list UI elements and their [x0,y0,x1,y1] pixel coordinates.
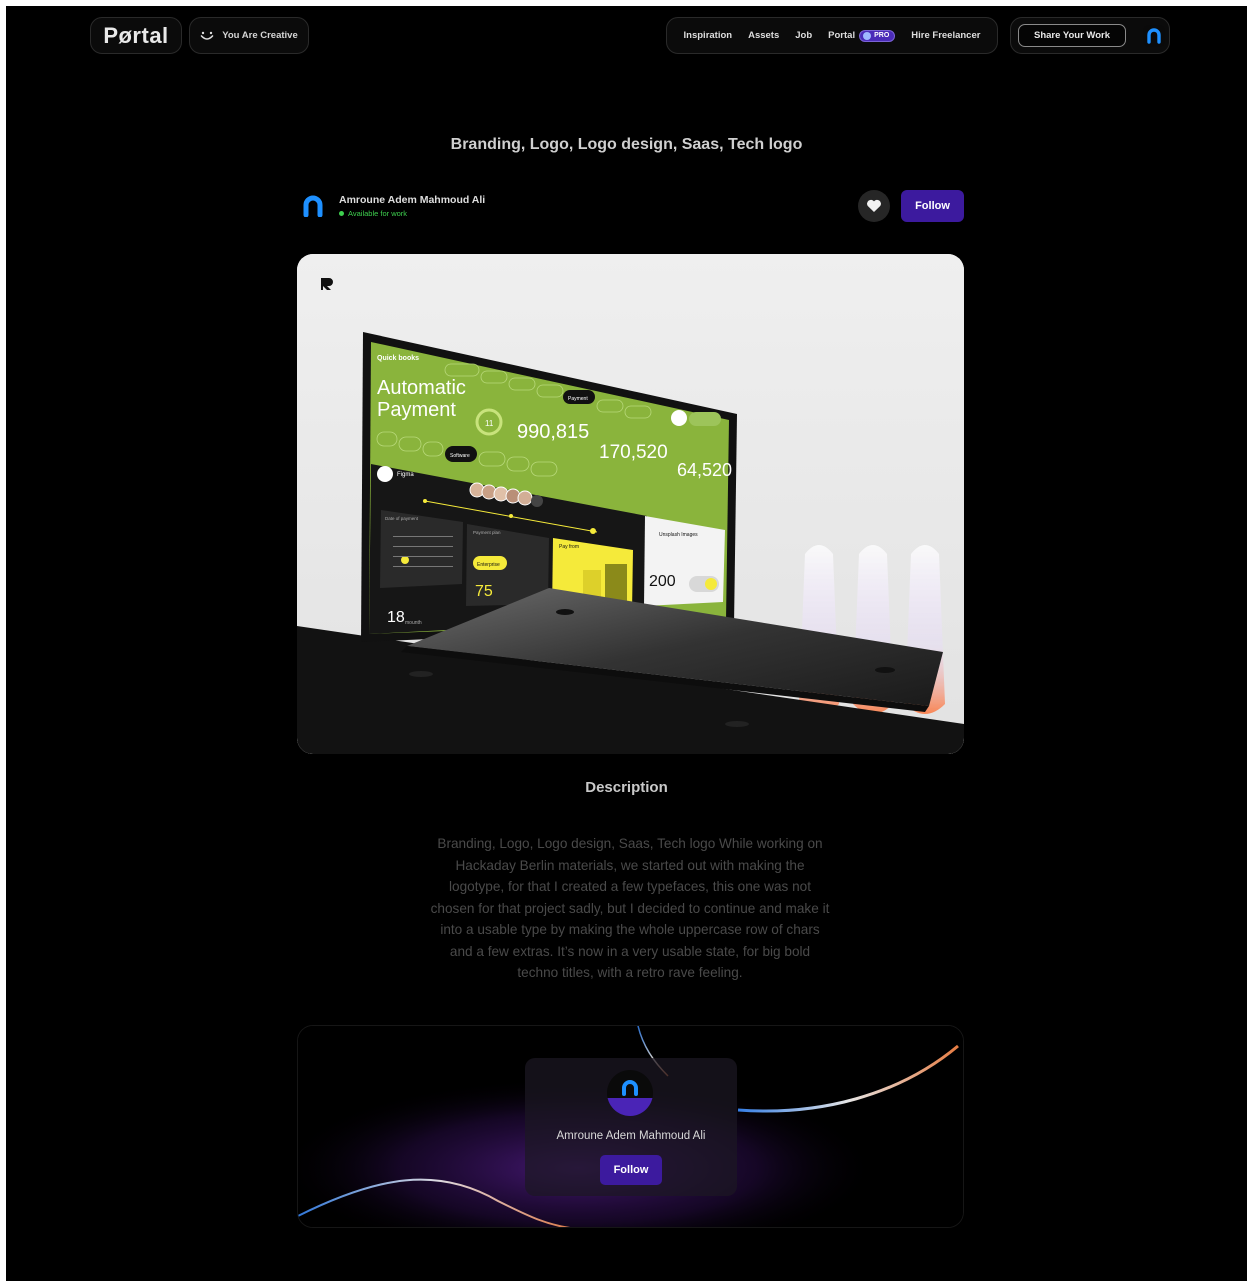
smile-icon [200,31,214,40]
like-button[interactable] [858,190,890,222]
mockup-chip-active: Software [450,453,470,459]
nav-portal-label: Portal [828,30,856,41]
pro-badge-label: PRO [874,32,890,39]
author-avatar[interactable] [302,195,324,217]
nav-portal-pro[interactable]: Portal PRO [828,29,896,42]
creator-avatar-icon [607,1070,653,1116]
logo: Pørtal [103,22,169,48]
page: Pørtal You Are Creative Inspiration Asse… [6,6,1247,1281]
nav-hire-freelancer[interactable]: Hire Freelancer [911,30,980,41]
shot-image[interactable]: Quick books Automatic Payment 11 990,815… [297,254,964,754]
mockup-brand: Quick books [377,355,419,362]
mockup-calendar-value: 18 [387,609,405,626]
mockup-stat-3: 64,520 [677,460,732,480]
share-your-work-button[interactable]: Share Your Work [1018,24,1126,47]
mockup-badge-value: 11 [485,419,494,428]
mockup-side-title: Unsplash Images [659,532,698,538]
heart-icon [867,199,881,212]
mockup-stat-2: 170,520 [599,442,668,463]
mockup-pay-title: Pay from [559,544,579,550]
creator-avatar[interactable] [607,1070,653,1116]
header-actions: Share Your Work [1010,17,1170,54]
mockup-plan-title: Payment plan [473,530,501,535]
author-name[interactable]: Amroune Adem Mahmoud Ali [339,194,485,206]
nav-assets[interactable]: Assets [748,30,779,41]
author-avatar-icon [303,195,323,217]
mockup-plan-value: 75 [475,583,493,600]
mockup-plan-active: Enterprise [477,562,500,568]
creator-follow-button[interactable]: Follow [600,1155,662,1185]
mockup-tab-active: Payment [568,396,588,402]
description-heading: Description [585,779,668,796]
mockup-calendar-unit: mounth [405,620,422,626]
user-avatar-icon [1147,28,1161,44]
follow-button[interactable]: Follow [901,190,964,222]
pro-badge: PRO [859,29,896,42]
pro-badge-icon [863,31,872,40]
creator-profile-card: Amroune Adem Mahmoud Ali Follow [525,1058,737,1196]
creator-name[interactable]: Amroune Adem Mahmoud Ali [525,1130,737,1142]
laptop-mockup-illustration: Quick books Automatic Payment 11 990,815… [297,254,964,754]
mockup-side-value: 200 [649,573,676,590]
mockup-calendar-title: Date of payment [385,516,419,521]
nav-job[interactable]: Job [795,30,812,41]
tagline: You Are Creative [222,30,298,41]
mockup-stat-1: 990,815 [517,421,589,443]
shot-title: Branding, Logo, Logo design, Saas, Tech … [450,136,803,153]
mockup-headline-1: Automatic [377,377,466,399]
main-nav: Inspiration Assets Job Portal PRO Hire F… [666,17,998,54]
availability-label: Available for work [348,209,408,218]
status-dot-icon [339,211,344,216]
user-avatar[interactable] [1143,25,1165,47]
tagline-pill[interactable]: You Are Creative [189,17,309,54]
nav-inspiration[interactable]: Inspiration [684,30,733,41]
creator-card: Amroune Adem Mahmoud Ali Follow [297,1025,964,1228]
mockup-app-name: Figma [397,472,414,478]
logo-link[interactable]: Pørtal [90,17,182,54]
availability-status: Available for work [339,209,407,218]
mockup-headline-2: Payment [377,399,456,421]
description-body: Branding, Logo, Logo design, Saas, Tech … [430,836,830,980]
